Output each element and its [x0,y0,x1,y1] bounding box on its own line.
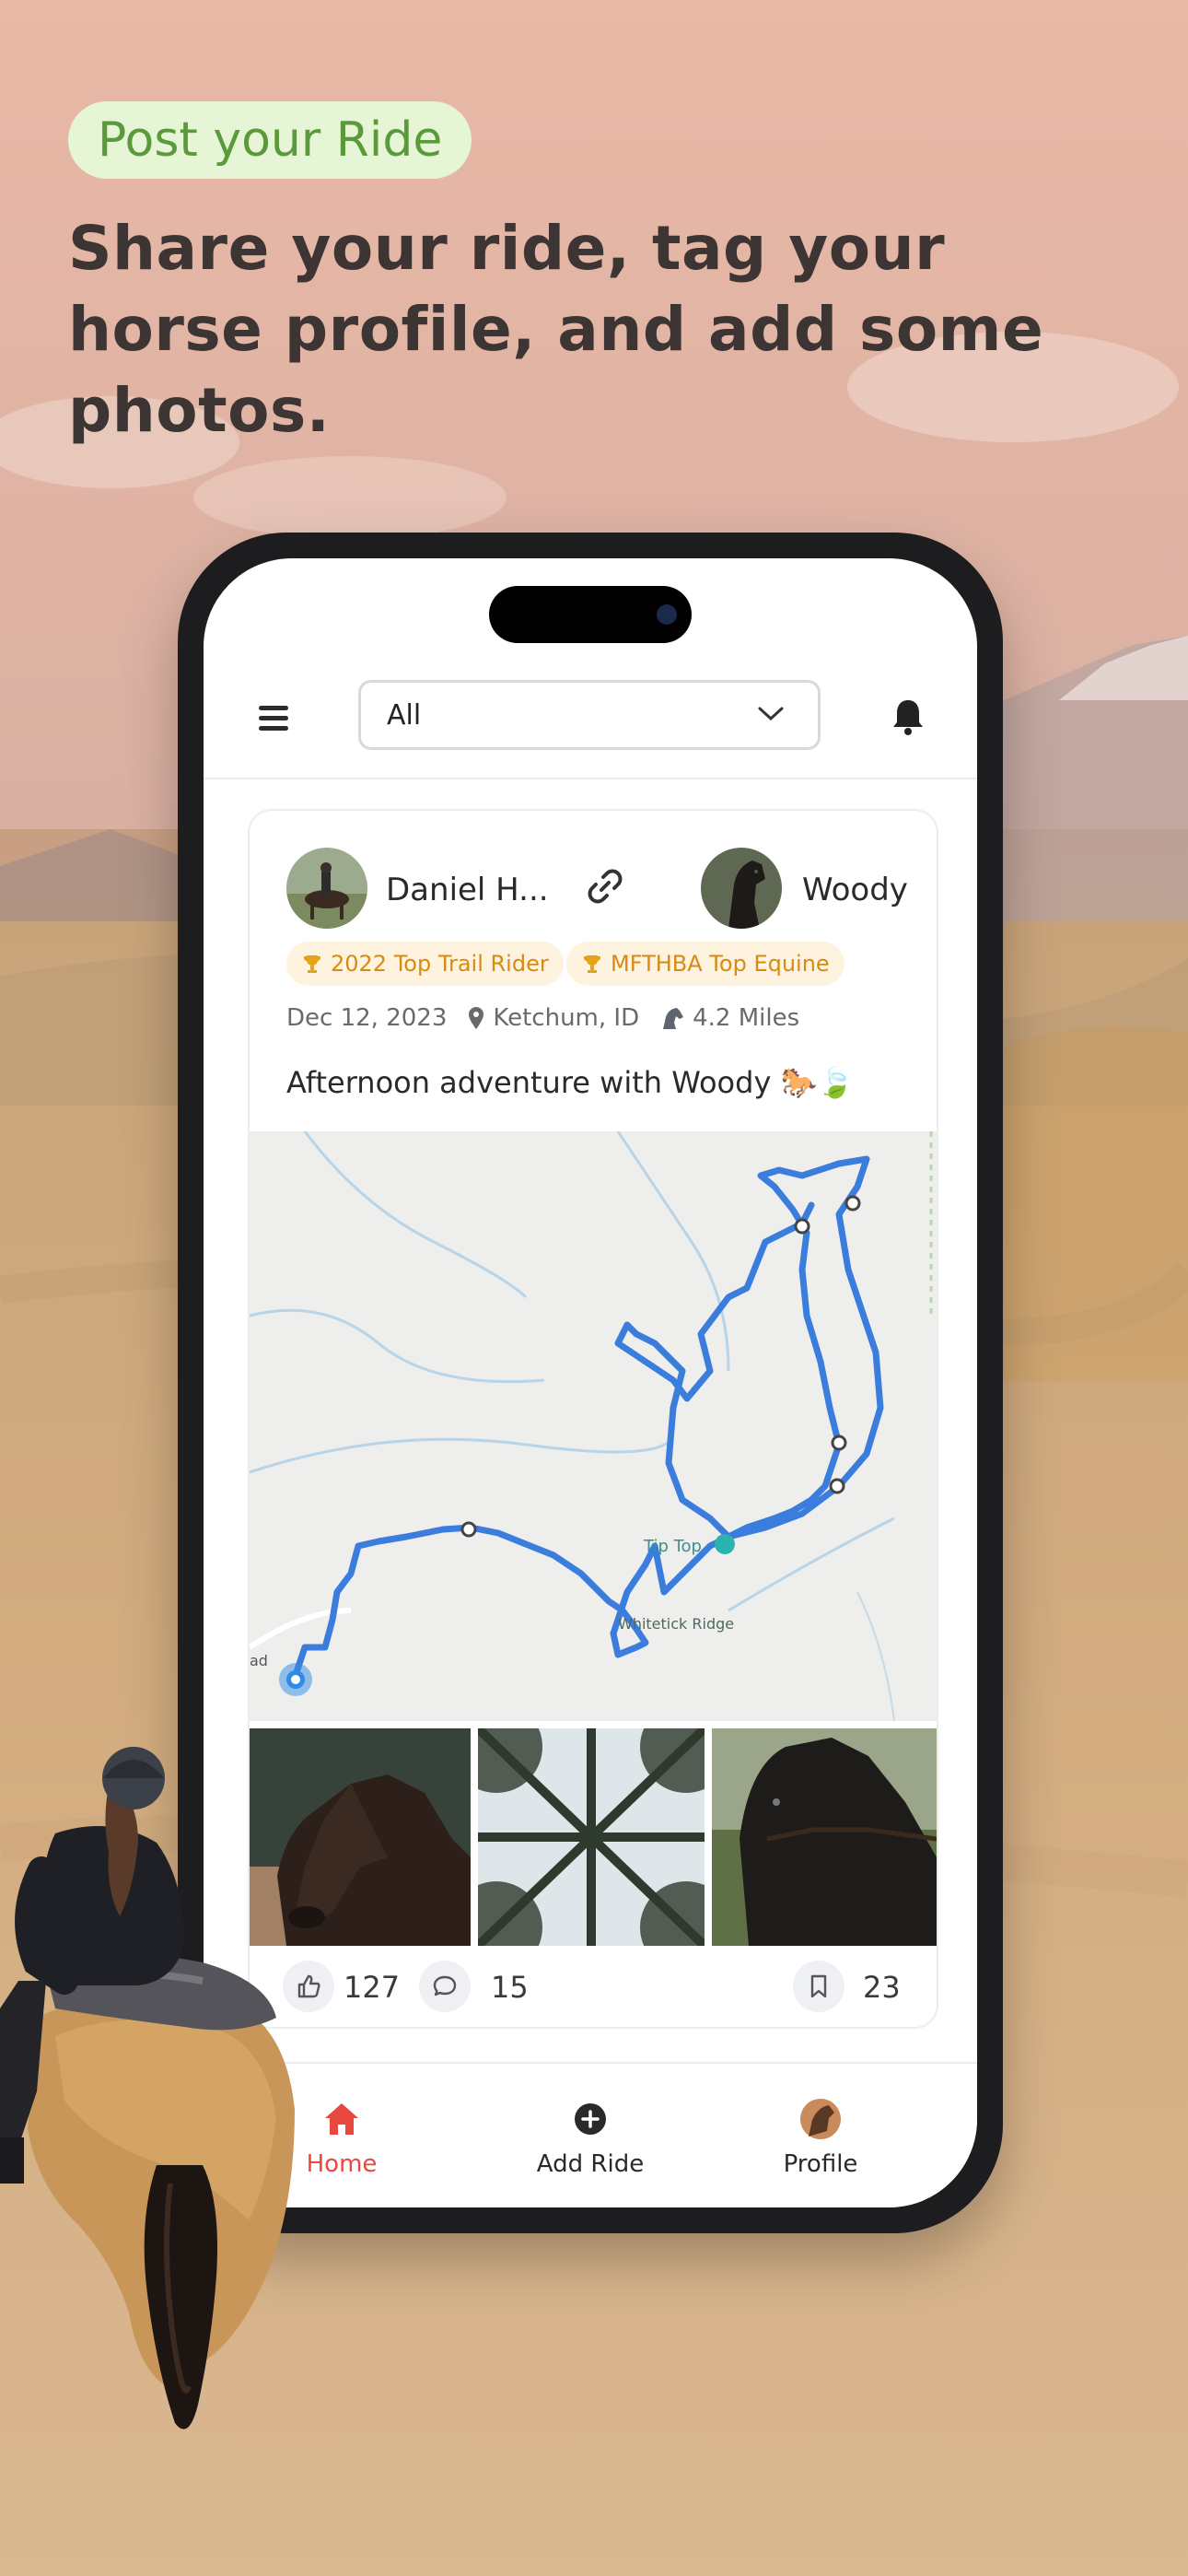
bookmark-icon [810,1974,827,1998]
rider-on-horse-illustration [0,1747,295,2430]
route-map[interactable]: Tip Top Whitetick Ridge ad [250,1131,937,1721]
map-label-road: ad [250,1652,268,1669]
tab-profile-label: Profile [783,2150,858,2178]
hamburger-menu-icon[interactable] [259,700,296,737]
app-header: All [204,669,977,779]
trophy-icon [584,955,600,973]
add-circle-icon [575,2103,606,2135]
save-count: 23 [863,1970,901,2005]
waypoint-marker [829,1478,845,1494]
comment-bubble-icon [433,1975,457,1996]
ride-location: Ketchum, ID [493,1004,640,1032]
map-label-tip-top: Tip Top [643,1537,702,1556]
ride-post-card[interactable]: Daniel H... Woody 2022 Top Trail Rider M… [248,809,938,2029]
phone-screen: All Daniel H... Woody 2022 Top Trail Rid… [204,558,977,2207]
photo-thumbnail[interactable] [712,1728,937,1946]
link-icon [588,869,623,904]
hero-headline: Share your ride, tag your horse profile,… [68,213,1044,446]
ride-distance: 4.2 Miles [693,1004,800,1032]
post-actions: 127 15 23 [250,1946,937,2027]
bottom-tab-bar: Home Add Ride Profile [204,2062,977,2207]
chevron-down-icon [758,707,784,721]
post-caption: Afternoon adventure with Woody 🐎🍃 [286,1065,855,1100]
rider-name[interactable]: Daniel H... [386,872,549,908]
award-badge: 2022 Top Trail Rider [286,942,564,986]
notification-bell-icon[interactable] [890,697,926,737]
ride-meta: Dec 12, 2023 Ketchum, ID 4.2 Miles [286,1004,799,1032]
tab-add-ride[interactable]: Add Ride [498,2097,682,2178]
badge-label: MFTHBA Top Equine [611,951,830,977]
waypoint-marker [794,1218,810,1235]
dynamic-island [489,586,692,643]
ride-date: Dec 12, 2023 [286,1004,448,1032]
save-button[interactable] [793,1961,844,2012]
location-pin-icon [469,1007,484,1029]
rider-avatar[interactable] [286,848,367,929]
poi-icon [715,1534,735,1554]
comment-button[interactable] [419,1961,471,2012]
trophy-icon [304,955,320,973]
waypoint-marker [460,1521,477,1538]
waypoint-marker [844,1195,861,1212]
profile-avatar-icon [800,2099,841,2139]
horse-avatar[interactable] [701,848,782,929]
feature-tag: Post your Ride [68,101,472,179]
photo-thumbnail[interactable] [478,1728,705,1946]
award-badge: MFTHBA Top Equine [566,942,844,986]
home-icon [325,2103,358,2135]
badge-label: 2022 Top Trail Rider [331,951,549,977]
tab-add-ride-label: Add Ride [536,2150,645,2178]
feed-filter-dropdown[interactable]: All [358,680,821,750]
horse-name[interactable]: Woody [802,872,908,908]
horse-head-icon [663,1008,684,1029]
like-count: 127 [344,1970,401,2005]
map-label-ridge: Whitetick Ridge [618,1615,734,1633]
waypoint-marker [831,1434,847,1451]
tab-profile[interactable]: Profile [728,2097,913,2178]
comment-count: 15 [491,1970,529,2005]
filter-value: All [387,698,422,732]
photo-strip [250,1728,937,1946]
